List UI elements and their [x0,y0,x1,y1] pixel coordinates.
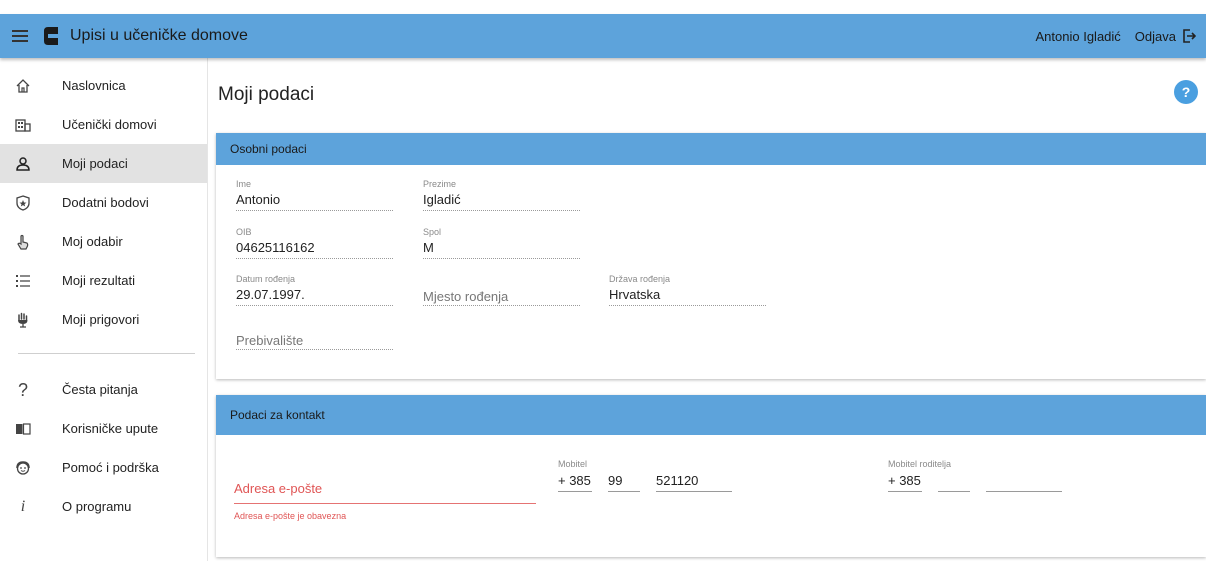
sidebar-item-label: Učenički domovi [62,117,157,132]
app-logo-icon [44,27,58,45]
sidebar-item-label: Moji podaci [62,156,128,171]
sidebar-item-ucenicki-domovi[interactable]: Učenički domovi [0,105,207,144]
birth-country-value: Hrvatska [609,287,661,302]
sidebar-item-label: Česta pitanja [62,382,138,397]
email-input[interactable]: Adresa e-pošte [234,481,536,504]
parent-mobile-prefix-input[interactable] [938,470,970,492]
home-icon [16,78,30,93]
sidebar-item-o-programu[interactable]: i O programu [0,487,207,526]
sidebar-item-dodatni-bodovi[interactable]: Dodatni bodovi [0,183,207,222]
help-button[interactable]: ? [1174,80,1198,104]
oib-field[interactable]: OIB 04625116162 [236,227,393,259]
sidebar-item-pomoc-i-podrska[interactable]: Pomoć i podrška [0,448,207,487]
gender-value: M [423,240,434,255]
main-content: Moji podaci ? Osobni podaci Ime Antonio … [208,58,1206,561]
help-icon: ? [1181,84,1191,100]
shield-star-icon [16,194,30,211]
last-name-label: Prezime [423,179,457,189]
email-placeholder: Adresa e-pošte [234,481,323,496]
birth-country-field[interactable]: Država rođenja Hrvatska [609,274,766,306]
logout-button[interactable]: Odjava [1135,29,1196,44]
sidebar-item-korisnicke-upute[interactable]: Korisničke upute [0,409,207,448]
oib-label: OIB [236,227,252,237]
parent-mobile-country-code[interactable]: + 385 [888,470,922,492]
raised-hand-icon [18,312,28,328]
app-title: Upisi u učeničke domove [70,27,248,44]
logout-label: Odjava [1134,28,1176,44]
contact-data-card: Podaci za kontakt Adresa e-pošte Adresa … [216,395,1206,557]
building-icon [15,118,31,132]
oib-value: 04625116162 [236,240,315,255]
pointer-hand-icon [17,234,29,250]
birth-place-field[interactable]: Mjesto rođenja [423,274,580,306]
sidebar-item-moji-podaci[interactable]: Moji podaci [0,144,207,183]
parent-mobile-label: Mobitel roditelja [888,459,952,469]
sidebar-divider [18,353,195,354]
mobile-phone-field: Mobitel + 385 99 521120 [558,459,748,492]
user-name: Antonio Igladić [1035,28,1121,44]
sidebar-item-moj-odabir[interactable]: Moj odabir [0,222,207,261]
mobile-prefix-input[interactable]: 99 [608,470,640,492]
gender-label: Spol [423,227,442,237]
hamburger-menu-icon[interactable] [0,30,40,42]
support-icon [16,460,30,475]
sidebar-item-label: Dodatni bodovi [62,195,149,210]
residence-field[interactable]: Prebivalište [236,329,393,350]
parent-mobile-field: Mobitel roditelja + 385 [888,459,1078,492]
first-name-field[interactable]: Ime Antonio [236,179,393,211]
first-name-label: Ime [236,179,252,189]
birth-place-placeholder: Mjesto rođenja [423,289,509,304]
personal-data-header: Osobni podaci [216,133,1206,165]
sidebar-item-naslovnica[interactable]: Naslovnica [0,66,207,105]
logout-icon [1183,29,1196,43]
book-icon [16,422,31,435]
sidebar-item-label: Korisničke upute [62,421,159,436]
sidebar-item-label: Moji rezultati [62,273,135,288]
gender-field[interactable]: Spol M [423,227,580,259]
last-name-field[interactable]: Prezime Igladić [423,179,580,211]
top-bar: Upisi u učeničke domove Antonio Igladić … [0,14,1206,58]
parent-mobile-number-input[interactable] [986,470,1062,492]
sidebar-item-label: Pomoć i podrška [62,460,159,475]
birth-date-value: 29.07.1997. [236,287,305,302]
sidebar: Naslovnica Učenički domovi Moji podaci D… [0,58,208,561]
first-name-value: Antonio [236,192,281,207]
contact-data-header: Podaci za kontakt [216,395,1206,435]
info-icon: i [20,497,26,515]
sidebar-item-label: O programu [62,499,132,514]
page-title: Moji podaci [218,84,315,105]
sidebar-item-moji-rezultati[interactable]: Moji rezultati [0,261,207,300]
mobile-number-input[interactable]: 521120 [656,470,732,492]
email-error-message: Adresa e-pošte je obavezna [234,511,347,521]
mobile-label: Mobitel [558,459,588,469]
personal-data-card: Osobni podaci Ime Antonio Prezime Igladi… [216,133,1206,379]
person-icon [16,156,30,171]
residence-placeholder: Prebivalište [236,333,304,348]
mobile-country-code[interactable]: + 385 [558,470,592,492]
sidebar-item-moji-prigovori[interactable]: Moji prigovori [0,300,207,339]
sidebar-item-label: Moj odabir [62,234,123,249]
sidebar-item-label: Naslovnica [62,78,126,93]
question-icon: ? [17,379,28,400]
birth-country-label: Država rođenja [609,274,671,284]
birth-date-field[interactable]: Datum rođenja 29.07.1997. [236,274,393,306]
sidebar-item-cesta-pitanja[interactable]: ? Česta pitanja [0,370,207,409]
last-name-value: Igladić [423,192,461,207]
birth-date-label: Datum rođenja [236,274,296,284]
list-icon [16,274,30,287]
sidebar-item-label: Moji prigovori [62,312,140,327]
